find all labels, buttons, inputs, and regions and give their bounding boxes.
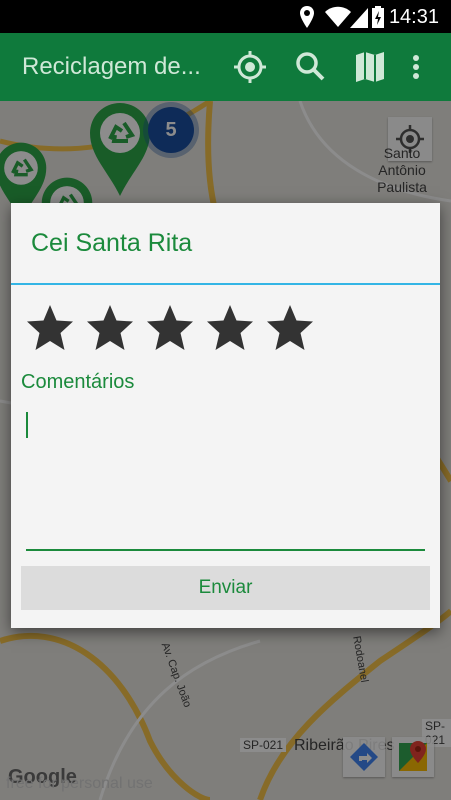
map-icon[interactable] <box>352 49 388 85</box>
rating-bar[interactable] <box>25 303 315 353</box>
location-target-icon[interactable] <box>232 49 268 85</box>
signal-icon <box>350 8 368 28</box>
send-button[interactable]: Enviar <box>21 566 430 610</box>
star-icon[interactable] <box>85 303 135 353</box>
rating-dialog: Cei Santa Rita Comentários Enviar <box>11 203 440 628</box>
comments-label: Comentários <box>21 371 135 393</box>
text-cursor <box>26 412 28 438</box>
comments-field[interactable] <box>26 403 425 551</box>
star-icon[interactable] <box>265 303 315 353</box>
status-time: 14:31 <box>388 6 439 28</box>
dialog-title: Cei Santa Rita <box>31 229 193 257</box>
search-icon[interactable] <box>292 49 328 85</box>
star-icon[interactable] <box>145 303 195 353</box>
status-bar: 14:31 <box>0 0 451 33</box>
star-icon[interactable] <box>25 303 75 353</box>
overflow-menu-icon[interactable] <box>406 49 426 85</box>
star-icon[interactable] <box>205 303 255 353</box>
app-title: Reciclagem de... <box>22 53 201 80</box>
dialog-divider <box>11 283 440 285</box>
wifi-icon <box>325 6 351 27</box>
app-bar: Reciclagem de... <box>0 33 451 101</box>
location-pin-icon <box>300 6 314 28</box>
battery-charging-icon <box>372 6 384 28</box>
